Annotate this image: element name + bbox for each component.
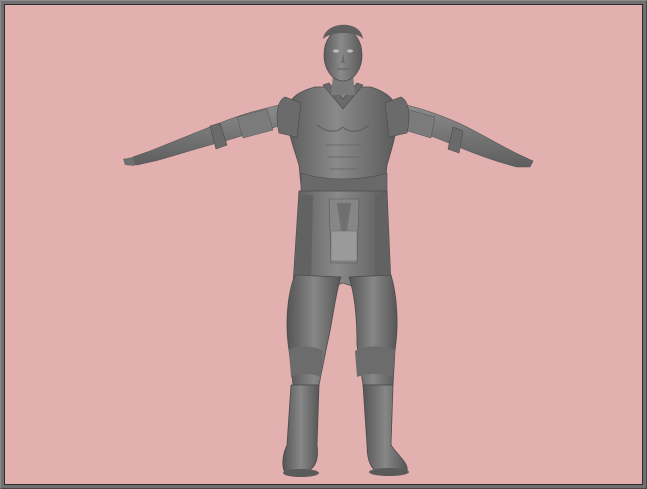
viewport-frame [0, 0, 647, 489]
viewport-canvas[interactable] [5, 5, 642, 484]
3d-viewport[interactable] [4, 4, 643, 485]
